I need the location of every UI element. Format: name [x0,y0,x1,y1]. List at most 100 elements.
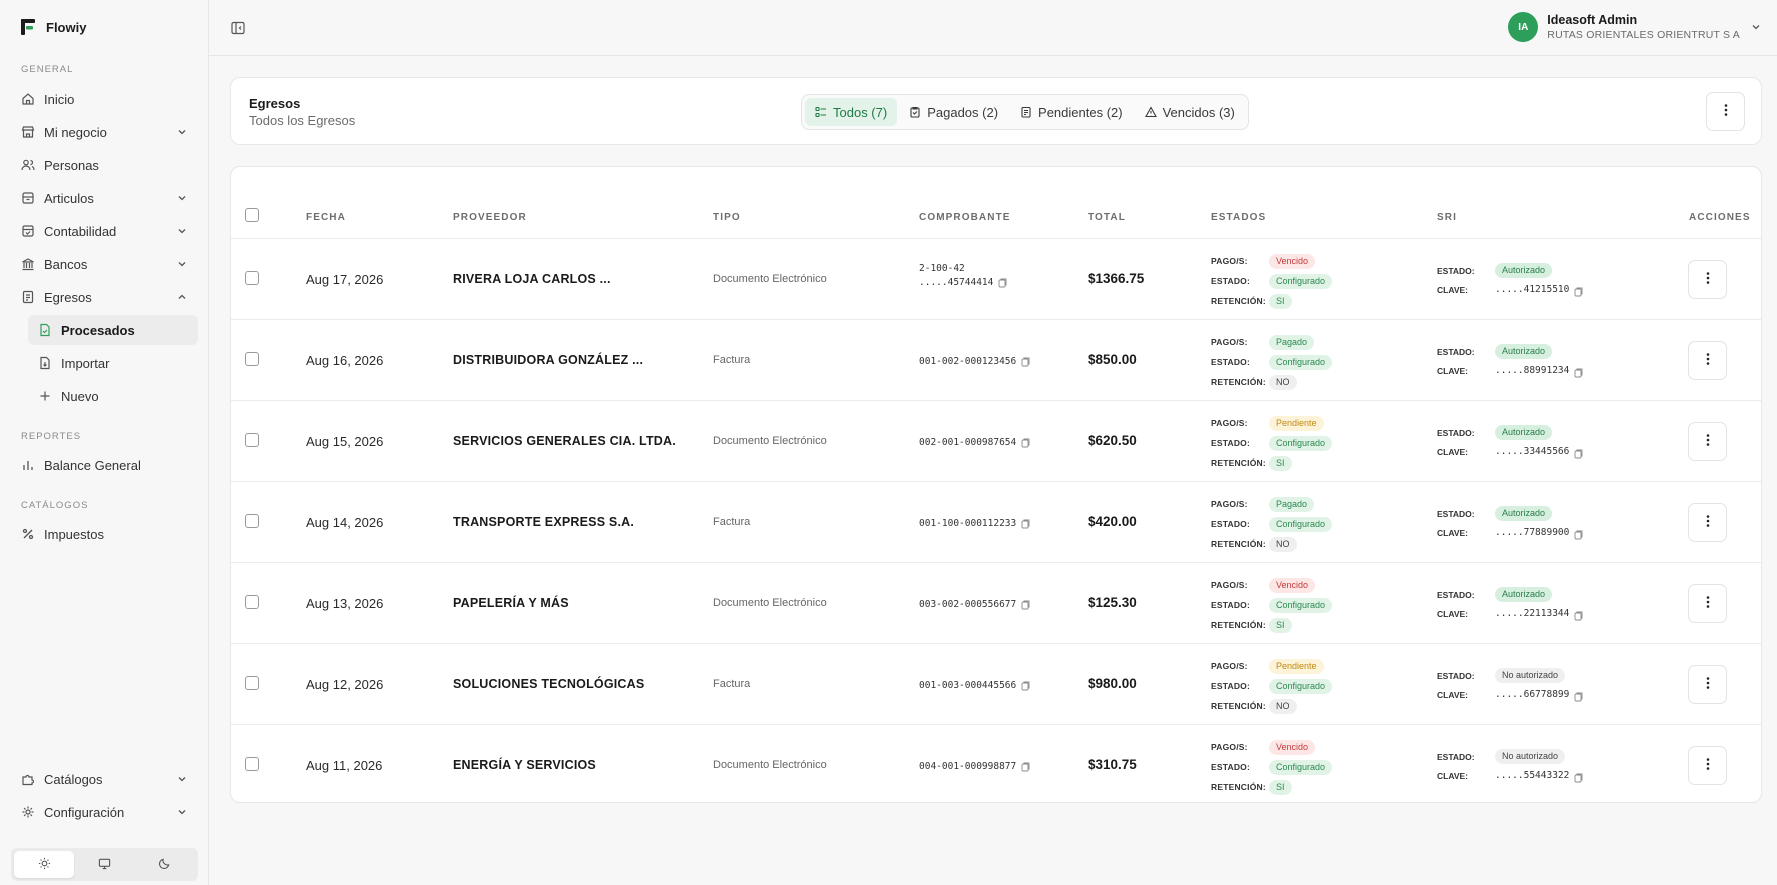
copy-icon[interactable] [1574,609,1583,620]
column-header-estados[interactable]: ESTADOS [1211,212,1266,223]
row-tipo: Factura [713,678,751,690]
table-row[interactable]: Aug 17, 2026 RIVERA LOJA CARLOS ... Docu… [231,239,1761,320]
table-row[interactable]: Aug 11, 2026 ENERGÍA Y SERVICIOS Documen… [231,725,1761,802]
copy-icon[interactable] [998,278,1007,288]
table-row[interactable]: Aug 16, 2026 DISTRIBUIDORA GONZÁLEZ ... … [231,320,1761,401]
row-actions-button[interactable] [1688,746,1727,785]
column-header-proveedor[interactable]: PROVEEDOR [453,212,527,223]
row-comprobante: 004-001-000998877 [919,761,1030,772]
brand[interactable]: Flowiy [20,18,86,36]
more-vertical-icon [1706,352,1710,369]
table-row[interactable]: Aug 14, 2026 TRANSPORTE EXPRESS S.A. Fac… [231,482,1761,563]
table-row[interactable]: Aug 15, 2026 SERVICIOS GENERALES CIA. LT… [231,401,1761,482]
copy-icon[interactable] [1021,357,1030,367]
row-actions-button[interactable] [1688,341,1727,380]
tab-pagados[interactable]: Pagados (2) [899,98,1008,126]
egresos-table: FECHA PROVEEDOR TIPO COMPROBANTE TOTAL E… [230,166,1762,803]
sidebar-item-impuestos[interactable]: Impuestos [12,519,198,549]
sidebar-toggle-icon[interactable] [230,20,246,36]
row-checkbox[interactable] [245,757,259,771]
copy-icon[interactable] [1021,681,1030,691]
row-actions-button[interactable] [1688,260,1727,299]
table-row[interactable]: Aug 13, 2026 PAPELERÍA Y MÁS Documento E… [231,563,1761,644]
sidebar-item-label: Bancos [44,256,88,272]
user-menu[interactable]: IA Ideasoft Admin RUTAS ORIENTALES ORIEN… [1508,12,1762,42]
row-actions-button[interactable] [1688,665,1727,704]
row-checkbox[interactable] [245,271,259,285]
copy-icon[interactable] [1021,519,1030,529]
theme-system-button[interactable] [74,851,134,878]
row-proveedor[interactable]: TRANSPORTE EXPRESS S.A. [453,515,634,529]
sidebar-item-egresos[interactable]: Egresos [12,282,198,312]
more-vertical-icon [1706,595,1710,612]
status-badge-retencion: NO [1269,374,1297,390]
copy-icon[interactable] [1574,771,1583,782]
sidebar-item-configuracion[interactable]: Configuración [12,797,198,827]
copy-icon[interactable] [1574,528,1583,539]
row-estados: PAGO/S: Pendiente ESTADO: Configurado RETE… [1211,413,1333,473]
row-checkbox[interactable] [245,514,259,528]
row-proveedor[interactable]: DISTRIBUIDORA GONZÁLEZ ... [453,353,643,367]
sidebar-item-importar[interactable]: Importar [28,348,198,378]
sidebar-item-balance-general[interactable]: Balance General [12,450,198,480]
row-actions-button[interactable] [1688,422,1727,461]
row-sri: ESTADO: Autorizado CLAVE: .....22113344 [1437,585,1583,623]
status-badge-pago: Vencido [1269,577,1316,593]
row-comprobante: 002-001-000987654 [919,437,1030,448]
select-all-checkbox[interactable] [245,208,259,222]
row-checkbox[interactable] [245,676,259,690]
copy-icon[interactable] [1021,762,1030,772]
sidebar-item-personas[interactable]: Personas [12,150,198,180]
row-actions-button[interactable] [1688,503,1727,542]
percent-icon [21,527,35,541]
row-proveedor[interactable]: RIVERA LOJA CARLOS ... [453,272,611,286]
row-checkbox[interactable] [245,352,259,366]
copy-icon[interactable] [1021,600,1030,610]
column-header-fecha[interactable]: FECHA [306,212,346,223]
sri-estado-label: ESTADO: [1437,670,1475,681]
row-total: $125.30 [1088,595,1137,610]
sidebar-item-label: Impuestos [44,526,104,542]
sidebar-item-catalogos[interactable]: Catálogos [12,764,198,794]
column-header-total[interactable]: TOTAL [1088,212,1126,223]
sidebar-item-inicio[interactable]: Inicio [12,84,198,114]
row-proveedor[interactable]: SERVICIOS GENERALES CIA. LTDA. [453,434,676,448]
pago-label: PAGO/S: [1211,256,1248,266]
sidebar-item-contabilidad[interactable]: Contabilidad [12,216,198,246]
tab-pendientes[interactable]: Pendientes (2) [1010,98,1133,126]
copy-icon[interactable] [1574,447,1583,458]
sidebar-item-articulos[interactable]: Articulos [12,183,198,213]
chevron-down-icon [176,806,188,818]
more-vertical-icon [1706,433,1710,450]
retencion-label: RETENCIÓN: [1211,620,1266,630]
estado-label: ESTADO: [1211,438,1251,448]
tab-todos[interactable]: Todos (7) [805,98,898,126]
row-checkbox[interactable] [245,433,259,447]
table-row[interactable]: Aug 12, 2026 SOLUCIONES TECNOLÓGICAS Fac… [231,644,1761,725]
copy-icon[interactable] [1574,366,1583,377]
theme-light-button[interactable] [14,851,75,878]
column-header-comprobante[interactable]: COMPROBANTE [919,212,1011,223]
user-organization: RUTAS ORIENTALES ORIENTRUT S A [1547,29,1740,41]
row-proveedor[interactable]: ENERGÍA Y SERVICIOS [453,758,596,772]
sri-clave-label: CLAVE: [1437,446,1469,457]
sidebar-item-nuevo[interactable]: Nuevo [28,381,198,411]
sidebar-item-procesados[interactable]: Procesados [28,315,198,345]
copy-icon[interactable] [1021,438,1030,448]
theme-dark-button[interactable] [135,851,195,878]
column-header-tipo[interactable]: TIPO [713,212,741,223]
copy-icon[interactable] [1574,285,1583,296]
row-checkbox[interactable] [245,595,259,609]
sidebar-item-mi-negocio[interactable]: Mi negocio [12,117,198,147]
topbar: IA Ideasoft Admin RUTAS ORIENTALES ORIEN… [209,0,1777,56]
copy-icon[interactable] [1574,690,1583,701]
tab-vencidos[interactable]: Vencidos (3) [1135,98,1245,126]
header-more-button[interactable] [1706,92,1745,131]
column-header-sri[interactable]: SRI [1437,212,1457,223]
row-proveedor[interactable]: SOLUCIONES TECNOLÓGICAS [453,677,644,691]
row-actions-button[interactable] [1688,584,1727,623]
more-vertical-icon [1724,103,1728,120]
row-total: $1366.75 [1088,271,1145,286]
sidebar-item-bancos[interactable]: Bancos [12,249,198,279]
row-proveedor[interactable]: PAPELERÍA Y MÁS [453,596,569,610]
